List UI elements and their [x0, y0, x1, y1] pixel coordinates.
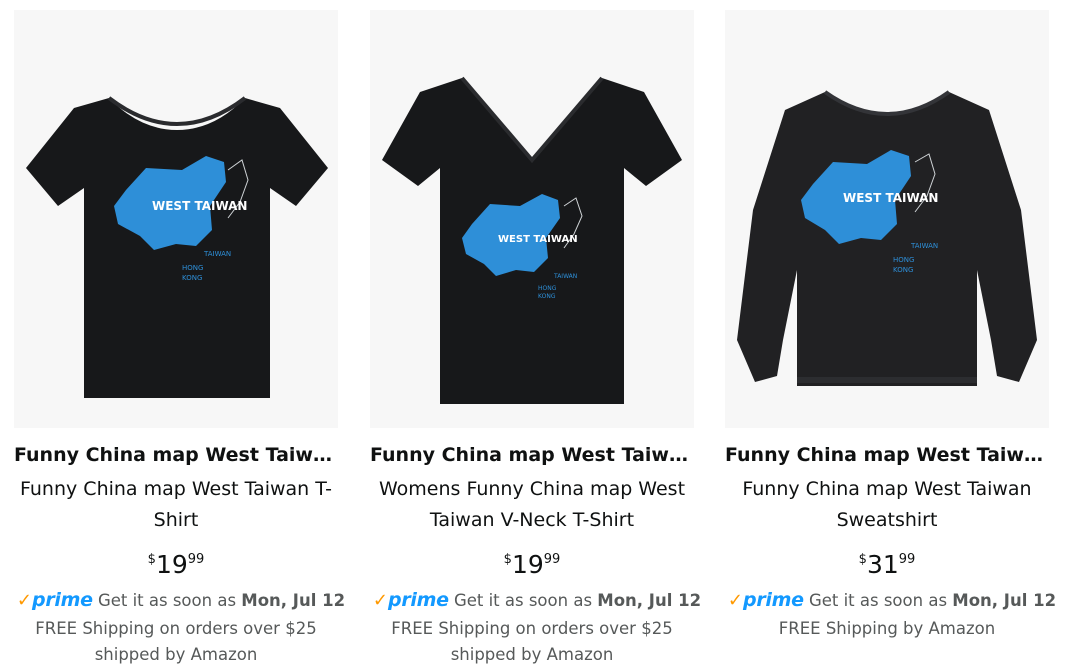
delivery-date: Mon, Jul 12	[241, 591, 346, 610]
prime-logo: prime	[388, 589, 449, 611]
print-label-kong: KONG	[538, 293, 556, 300]
product-brand[interactable]: Funny China map West Taiwa...	[14, 442, 338, 468]
delivery-info: ✓prime Get it as soon as Mon, Jul 12	[725, 589, 1059, 612]
print-title: WEST TAIWAN	[843, 191, 938, 205]
product-title-line: Taiwan V-Neck T-Shirt	[429, 509, 635, 531]
price-symbol: $	[503, 552, 512, 567]
price-whole: 31	[866, 550, 899, 579]
print-label-taiwan: TAIWAN	[553, 273, 577, 280]
product-card[interactable]: WEST TAIWAN TAIWAN HONG KONG Funny China…	[370, 10, 701, 670]
product-image[interactable]: WEST TAIWAN TAIWAN HONG KONG	[725, 10, 1049, 428]
product-card[interactable]: WEST TAIWAN TAIWAN HONG KONG Funny China…	[725, 10, 1056, 670]
price-symbol: $	[858, 552, 867, 567]
delivery-date: Mon, Jul 12	[952, 591, 1057, 610]
shipping-info: FREE Shipping on orders over $25 shipped…	[370, 616, 694, 668]
shipping-line: FREE Shipping by Amazon	[778, 619, 996, 638]
price-fraction: 99	[543, 552, 561, 567]
product-price[interactable]: $3199	[725, 550, 1049, 580]
print-label-hong: HONG	[893, 256, 914, 264]
product-title[interactable]: Womens Funny China map West Taiwan V-Nec…	[370, 474, 694, 536]
product-title-line: Shirt	[153, 509, 199, 531]
product-card[interactable]: WEST TAIWAN TAIWAN HONG KONG Funny China…	[14, 10, 345, 670]
vneck-image: WEST TAIWAN TAIWAN HONG KONG	[382, 76, 682, 404]
product-brand[interactable]: Funny China map West Taiwa...	[725, 442, 1049, 468]
product-title-line: Funny China map West Taiwan T-	[20, 478, 332, 500]
print-label-taiwan: TAIWAN	[910, 242, 938, 250]
product-title-line: Funny China map West Taiwan	[742, 478, 1032, 500]
product-title-line: Womens Funny China map West	[378, 478, 686, 500]
price-fraction: 99	[898, 552, 916, 567]
prime-logo: prime	[32, 589, 93, 611]
price-whole: 19	[511, 550, 544, 579]
delivery-info: ✓prime Get it as soon as Mon, Jul 12	[370, 589, 704, 612]
print-label-kong: KONG	[893, 266, 913, 274]
product-brand[interactable]: Funny China map West Taiwa...	[370, 442, 694, 468]
sweatshirt-image: WEST TAIWAN TAIWAN HONG KONG	[737, 90, 1037, 386]
product-image[interactable]: WEST TAIWAN TAIWAN HONG KONG	[14, 10, 338, 428]
price-symbol: $	[147, 552, 156, 567]
print-label-kong: KONG	[182, 274, 202, 282]
print-label-taiwan: TAIWAN	[203, 250, 231, 258]
print-title: WEST TAIWAN	[152, 199, 247, 213]
shipping-info: FREE Shipping on orders over $25 shipped…	[14, 616, 338, 668]
delivery-prefix: Get it as soon as	[97, 591, 237, 610]
product-price[interactable]: $1999	[370, 550, 694, 580]
product-price[interactable]: $1999	[14, 550, 338, 580]
shipping-line: shipped by Amazon	[450, 645, 614, 664]
price-fraction: 99	[187, 552, 205, 567]
product-title-line: Sweatshirt	[836, 509, 938, 531]
print-label-hong: HONG	[538, 285, 557, 292]
shipping-line: FREE Shipping on orders over $25	[35, 619, 317, 638]
print-label-hong: HONG	[182, 264, 203, 272]
product-image[interactable]: WEST TAIWAN TAIWAN HONG KONG	[370, 10, 694, 428]
shipping-line: shipped by Amazon	[94, 645, 258, 664]
delivery-prefix: Get it as soon as	[808, 591, 948, 610]
product-title[interactable]: Funny China map West Taiwan T- Shirt	[14, 474, 338, 536]
shipping-info: FREE Shipping by Amazon	[725, 616, 1049, 642]
prime-check-icon: ✓	[727, 590, 744, 611]
shipping-line: FREE Shipping on orders over $25	[391, 619, 673, 638]
tshirt-image: WEST TAIWAN TAIWAN HONG KONG	[26, 96, 328, 398]
price-whole: 19	[155, 550, 188, 579]
prime-check-icon: ✓	[372, 590, 389, 611]
delivery-info: ✓prime Get it as soon as Mon, Jul 12	[14, 589, 348, 612]
product-title[interactable]: Funny China map West Taiwan Sweatshirt	[725, 474, 1049, 536]
delivery-date: Mon, Jul 12	[597, 591, 702, 610]
prime-check-icon: ✓	[16, 590, 33, 611]
delivery-prefix: Get it as soon as	[453, 591, 593, 610]
print-title: WEST TAIWAN	[498, 234, 578, 245]
prime-logo: prime	[743, 589, 804, 611]
